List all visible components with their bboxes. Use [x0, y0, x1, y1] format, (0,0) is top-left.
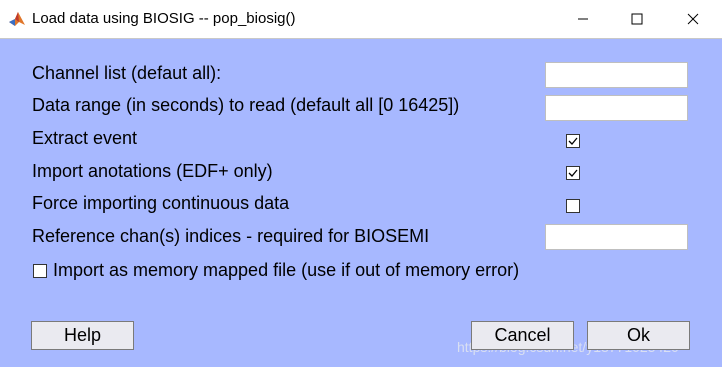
extract-event-label: Extract event: [32, 128, 138, 148]
maximize-icon: [631, 13, 643, 25]
data-range-label: Data range (in seconds) to read (default…: [32, 95, 460, 115]
import-annotations-checkbox[interactable]: [566, 166, 580, 180]
matlab-icon: [8, 10, 26, 28]
force-continuous-label: Force importing continuous data: [32, 193, 290, 213]
minimize-button[interactable]: [560, 0, 606, 38]
help-button[interactable]: Help: [31, 321, 134, 350]
reference-input[interactable]: [545, 224, 688, 250]
cancel-button[interactable]: Cancel: [471, 321, 574, 350]
force-continuous-checkbox[interactable]: [566, 199, 580, 213]
channel-list-label: Channel list (defaut all):: [32, 63, 222, 83]
memory-mapped-checkbox[interactable]: [33, 264, 47, 278]
dialog-body: Channel list (defaut all): Data range (i…: [0, 39, 722, 367]
minimize-icon: [578, 18, 588, 20]
memory-mapped-label: Import as memory mapped file (use if out…: [53, 260, 520, 280]
reference-label: Reference chan(s) indices - required for…: [32, 226, 430, 246]
checkmark-icon: [568, 137, 578, 145]
data-range-input[interactable]: [545, 95, 688, 121]
extract-event-checkbox[interactable]: [566, 134, 580, 148]
channel-list-input[interactable]: [545, 62, 688, 88]
ok-button[interactable]: Ok: [587, 321, 690, 350]
close-button[interactable]: [670, 0, 716, 38]
checkmark-icon: [568, 169, 578, 177]
import-annotations-label: Import anotations (EDF+ only): [32, 161, 273, 181]
maximize-button[interactable]: [614, 0, 660, 38]
window-title: Load data using BIOSIG -- pop_biosig(): [32, 10, 296, 27]
title-bar[interactable]: Load data using BIOSIG -- pop_biosig(): [0, 0, 722, 39]
close-icon: [687, 13, 699, 25]
